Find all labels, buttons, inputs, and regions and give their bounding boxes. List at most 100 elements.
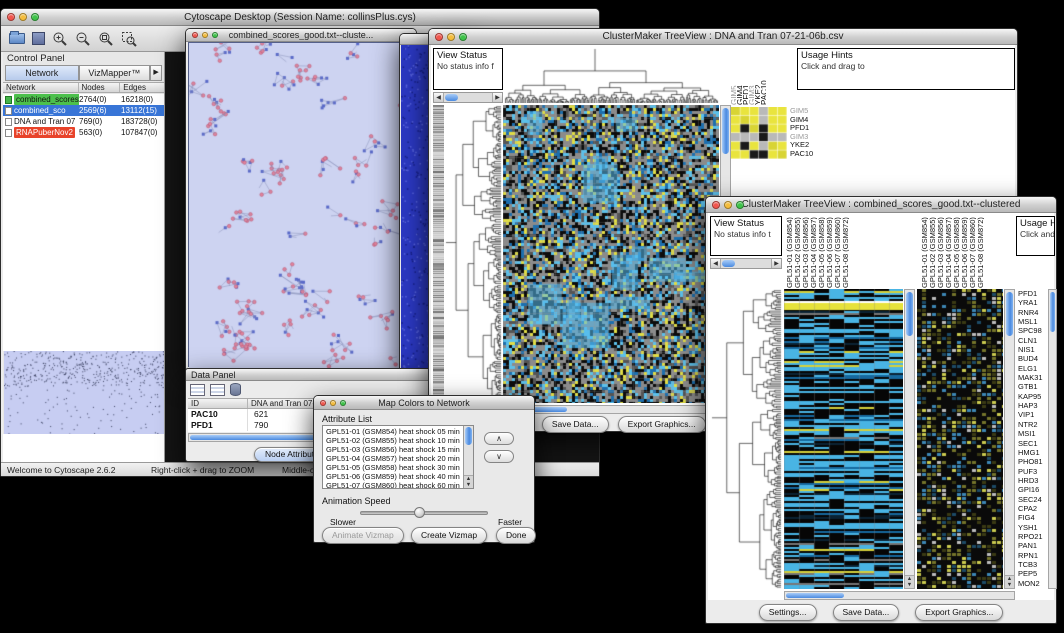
scroll-arrows[interactable]: ▲▼ [905, 575, 914, 588]
scroll-arrows[interactable]: ▲▼ [1005, 575, 1014, 588]
header-id[interactable]: ID [188, 399, 248, 408]
attribute-item[interactable]: GPL51-06 (GSM859) heat shock 40 min [324, 472, 462, 481]
create-vizmap-button[interactable]: Create Vizmap [411, 527, 487, 544]
scroll-down-icon[interactable]: ▼ [1007, 582, 1012, 588]
heatmap-canvas[interactable] [784, 289, 903, 589]
database-icon[interactable] [230, 383, 241, 396]
attribute-listbox[interactable]: GPL51-01 (GSM854) heat shock 05 minGPL51… [322, 425, 474, 489]
tab-network[interactable]: Network [5, 65, 79, 81]
zoom-in-icon[interactable] [52, 31, 68, 47]
gene-label[interactable]: FIG4 [1018, 513, 1047, 522]
zoom-window-button[interactable] [459, 33, 467, 41]
attribute-item[interactable]: GPL51-07 (GSM860) heat shock 60 min [324, 481, 462, 489]
gene-label[interactable]: MON2 [1018, 579, 1047, 588]
attribute-table-icon[interactable] [190, 384, 205, 396]
scroll-right-icon[interactable]: ▶ [492, 93, 502, 102]
attribute-item[interactable]: GPL51-03 (GSM856) heat shock 15 min [324, 445, 462, 454]
zoom-fit-icon[interactable] [98, 31, 114, 47]
scroll-thumb[interactable] [465, 427, 472, 445]
export-graphics-button[interactable]: Export Graphics... [915, 604, 1003, 621]
gene-label[interactable]: NIS1 [1018, 345, 1047, 354]
gene-label[interactable]: KAP95 [1018, 392, 1047, 401]
scroll-thumb[interactable] [1050, 292, 1055, 332]
gene-label[interactable]: PFD1 [1018, 289, 1047, 298]
treeview-dna-titlebar[interactable]: ClusterMaker TreeView : DNA and Tran 07-… [429, 29, 1017, 45]
done-button[interactable]: Done [496, 527, 536, 544]
export-graphics-button[interactable]: Export Graphics... [618, 416, 706, 433]
gene-label[interactable]: RPN1 [1018, 551, 1047, 560]
gene-label[interactable]: PAN1 [1018, 541, 1047, 550]
gene-label[interactable]: RNR4 [1018, 308, 1047, 317]
attribute-item[interactable]: GPL51-04 (GSM857) heat shock 20 min [324, 454, 462, 463]
gene-label[interactable]: YSH1 [1018, 523, 1047, 532]
minimize-button[interactable] [19, 13, 27, 21]
save-data-button[interactable]: Save Data... [542, 416, 609, 433]
mini-hscrollbar[interactable]: ◀ ▶ [433, 92, 503, 103]
correlation-thumbnail-canvas[interactable] [731, 107, 787, 159]
scroll-thumb[interactable] [190, 435, 322, 440]
close-button[interactable] [7, 13, 15, 21]
gene-label[interactable]: MAK31 [1018, 373, 1047, 382]
network-row[interactable]: DNA and Tran 07 769(0) 183728(0) [3, 116, 164, 127]
minimize-button[interactable] [447, 33, 455, 41]
close-button[interactable] [712, 201, 720, 209]
zoom-window-button[interactable] [736, 201, 744, 209]
network-row[interactable]: combined_scores 2764(0) 16218(0) [3, 94, 164, 105]
minimize-button[interactable] [724, 201, 732, 209]
scroll-arrows[interactable]: ▲▼ [464, 475, 473, 488]
close-button[interactable] [192, 32, 198, 38]
attribute-item[interactable]: GPL51-02 (GSM855) heat shock 10 min [324, 436, 462, 445]
open-session-icon[interactable] [9, 33, 25, 44]
save-data-button[interactable]: Save Data... [833, 604, 900, 621]
save-session-icon[interactable] [32, 32, 45, 45]
scroll-thumb[interactable] [906, 292, 913, 336]
gene-label[interactable]: RPO21 [1018, 532, 1047, 541]
treeview-combined-titlebar[interactable]: ClusterMaker TreeView : combined_scores_… [706, 197, 1056, 213]
scroll-thumb[interactable] [722, 108, 729, 154]
minimize-button[interactable] [202, 32, 208, 38]
network-row[interactable]: RNAPuberNov2 563(0) 107847(0) [3, 127, 164, 138]
settings-button[interactable]: Settings... [759, 604, 817, 621]
network-row-selected[interactable]: combined_sco 2569(6) 13112(15) [3, 105, 164, 116]
zoom-window-button[interactable] [340, 400, 346, 406]
scroll-left-icon[interactable]: ◀ [434, 93, 444, 102]
header-nodes[interactable]: Nodes [79, 83, 121, 92]
tab-overflow-arrow-icon[interactable]: ▶ [150, 65, 162, 81]
gene-label[interactable]: GPI16 [1018, 485, 1047, 494]
scroll-left-icon[interactable]: ◀ [711, 259, 721, 268]
scroll-thumb[interactable] [722, 260, 735, 267]
gene-label[interactable]: TCB3 [1018, 560, 1047, 569]
speed-slider-thumb[interactable] [414, 507, 425, 518]
row-dendrogram-canvas[interactable] [711, 289, 782, 589]
close-button[interactable] [320, 400, 326, 406]
gene-label[interactable]: SPC98 [1018, 326, 1047, 335]
gene-list-vscrollbar[interactable] [1048, 289, 1057, 589]
scroll-track[interactable] [721, 259, 771, 268]
heatmap-hscrollbar[interactable] [784, 591, 1015, 600]
gene-label[interactable]: PEP5 [1018, 569, 1047, 578]
gene-label[interactable]: PUF3 [1018, 467, 1047, 476]
column-dendrogram-canvas[interactable] [504, 48, 719, 103]
gene-label[interactable]: SEC24 [1018, 495, 1047, 504]
scroll-right-icon[interactable]: ▶ [771, 259, 781, 268]
network-overview-thumbnail[interactable] [4, 351, 164, 434]
gene-label[interactable]: MSI1 [1018, 429, 1047, 438]
gene-label[interactable]: PAC10 [790, 150, 813, 159]
gene-label[interactable]: YRA1 [1018, 298, 1047, 307]
row-dendrogram-canvas[interactable] [445, 105, 502, 403]
gene-label[interactable]: CLN1 [1018, 336, 1047, 345]
heatmap-vscrollbar[interactable]: ▲▼ [904, 289, 915, 589]
scroll-thumb[interactable] [786, 593, 844, 598]
close-button[interactable] [435, 33, 443, 41]
scroll-thumb[interactable] [445, 94, 458, 101]
dialog-titlebar[interactable]: Map Colors to Network [314, 396, 534, 410]
zoom-selected-icon[interactable] [121, 31, 137, 47]
gene-label[interactable]: ELG1 [1018, 364, 1047, 373]
header-network[interactable]: Network [3, 83, 79, 92]
network-graph-canvas[interactable] [189, 43, 415, 368]
scroll-down-icon[interactable]: ▼ [466, 482, 471, 488]
gene-label[interactable]: HMG1 [1018, 448, 1047, 457]
attribute-item[interactable]: GPL51-05 (GSM858) heat shock 30 min [324, 463, 462, 472]
listbox-vscrollbar[interactable]: ▲▼ [463, 426, 473, 488]
zoom-window-button[interactable] [31, 13, 39, 21]
